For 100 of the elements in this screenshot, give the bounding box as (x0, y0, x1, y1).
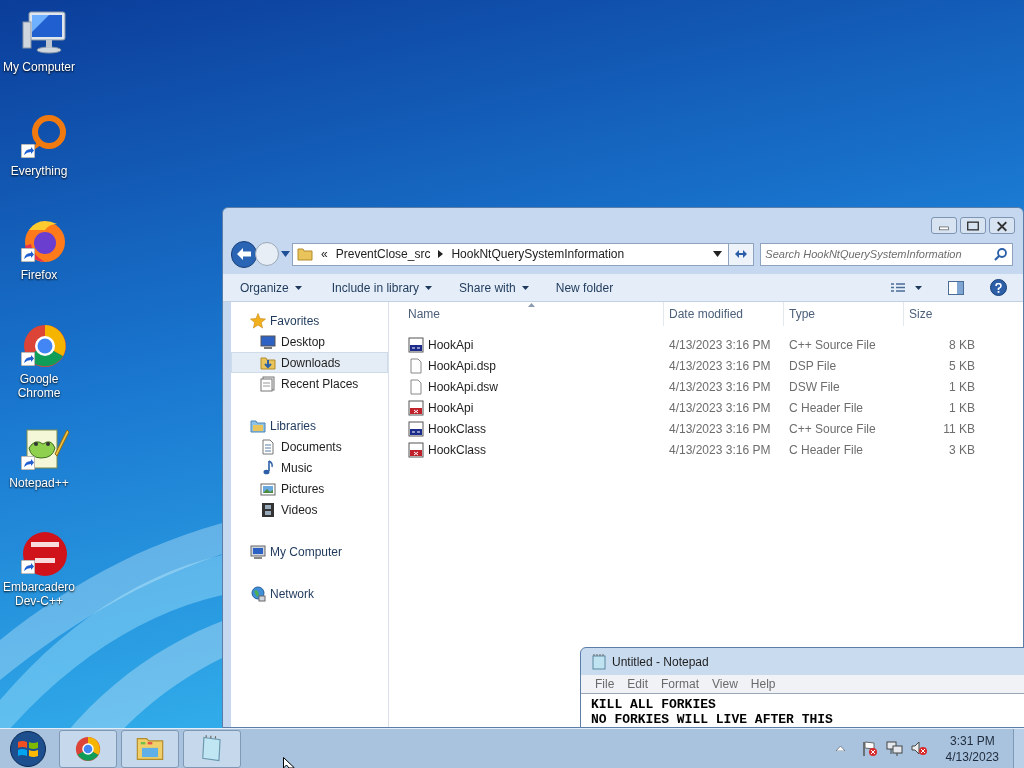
help-icon (995, 282, 1002, 293)
menu-item[interactable]: File (595, 675, 615, 693)
text-line: NO FORKIES WILL LIVE AFTER THIS (591, 712, 834, 727)
toolbar-button[interactable]: Organize (240, 278, 302, 297)
menu-item[interactable]: Edit (627, 675, 649, 693)
tray-network-icon[interactable] (885, 740, 903, 757)
tray-flag-icon[interactable] (860, 740, 878, 757)
file-date: 4/13/2023 3:16 PM (668, 420, 772, 438)
file-name[interactable]: HookApi (428, 335, 474, 354)
caret-icon (712, 251, 722, 257)
nav-item[interactable]: Videos (231, 499, 388, 520)
menu-item[interactable]: Help (750, 675, 776, 693)
start-button[interactable] (10, 730, 46, 767)
picture-frame-icon (260, 480, 276, 497)
up-arrow-icon (835, 746, 845, 751)
preview-pane-button[interactable] (948, 280, 964, 295)
column-header[interactable]: Name (401, 302, 663, 326)
cpp-file-icon (408, 420, 424, 437)
close-button[interactable] (989, 217, 1015, 234)
computer-icon (250, 543, 266, 560)
nav-item[interactable]: Documents (231, 436, 388, 457)
nav-item[interactable]: Desktop (231, 331, 388, 352)
close-icon (996, 220, 1008, 232)
nav-group-header[interactable]: Favorites (231, 310, 388, 331)
file-size: 1 KB (948, 378, 976, 396)
nav-item[interactable]: Pictures (231, 478, 388, 499)
file-name[interactable]: HookApi (428, 398, 474, 417)
desktop-icon-label[interactable]: Everything (10, 164, 68, 178)
menu-item[interactable]: View (712, 675, 738, 693)
refresh-button[interactable] (728, 242, 755, 266)
refresh-icon (733, 248, 750, 260)
file-size: 11 KB (942, 420, 976, 438)
blank-file-icon (408, 357, 424, 374)
address-overflow-chevron[interactable]: « (321, 245, 328, 263)
file-size: 3 KB (948, 441, 976, 459)
tray-speaker-icon[interactable] (910, 740, 928, 757)
speaker-icon (910, 740, 928, 757)
folder-icon (250, 417, 266, 434)
back-arrow-icon (236, 247, 253, 261)
file-name[interactable]: HookClass (428, 419, 487, 438)
address-bar[interactable]: « PreventClose_src HookNtQuerySystemInformation (292, 242, 729, 266)
breadcrumb[interactable]: PreventClose_src (335, 245, 431, 263)
column-header[interactable]: Date modified (663, 302, 783, 326)
text-area[interactable]: KILL ALL FORKIES NO FORKIES WILL LIVE AFTER THIS (581, 693, 1024, 727)
file-type: DSW File (788, 378, 841, 396)
file-size: 5 KB (948, 357, 976, 375)
nav-item[interactable]: Recent Places (231, 373, 388, 394)
desktop-icon-label[interactable]: Firefox (20, 268, 58, 282)
file-type: C Header File (788, 441, 865, 459)
nav-group-header[interactable]: Network (231, 583, 388, 604)
file-date: 4/13/2023 3:16 PM (668, 441, 772, 459)
search-field[interactable]: Search HookNtQuerySystemInformation (760, 242, 1013, 266)
nav-group-header[interactable]: My Computer (231, 541, 388, 562)
file-name[interactable]: HookApi.dsw (428, 377, 499, 396)
globe-icon (250, 585, 266, 602)
nav-item[interactable]: Music (231, 457, 388, 478)
toolbar-button[interactable]: New folder (555, 278, 614, 297)
windows-logo (17, 738, 39, 759)
clock[interactable]: 3:31 PM 4/13/2023 (945, 732, 999, 765)
network-icon (885, 740, 903, 757)
view-button[interactable] (891, 282, 922, 293)
document-icon (260, 438, 276, 455)
column-header[interactable]: Type (783, 302, 903, 326)
file-date: 4/13/2023 3:16 PM (668, 378, 772, 396)
header-file-icon (408, 399, 424, 416)
cursor-icon (283, 757, 295, 768)
flag-icon (860, 740, 878, 757)
blank-file-icon (408, 378, 424, 395)
show-hidden-icons-button[interactable] (835, 746, 845, 751)
clock-date: 4/13/2023 (945, 748, 999, 765)
taskbar-button[interactable] (59, 729, 117, 768)
nav-item[interactable]: Downloads (231, 352, 388, 373)
star-icon (250, 312, 266, 329)
file-date: 4/13/2023 3:16 PM (668, 357, 772, 375)
arrow-icon (438, 250, 444, 258)
list-view-icon (891, 282, 905, 293)
toolbar-button[interactable]: Include in library (331, 278, 433, 297)
maximize-icon (967, 221, 979, 230)
caret-icon (915, 285, 922, 290)
menu-item[interactable]: Format (661, 675, 700, 693)
minimize-icon (939, 226, 949, 230)
back-button[interactable] (231, 240, 258, 268)
help-button[interactable] (990, 279, 1007, 296)
desktop-icon-label[interactable]: Google Chrome (0, 372, 78, 400)
file-type: C Header File (788, 399, 865, 417)
column-header[interactable]: Size (903, 302, 983, 326)
desktop-icon-label[interactable]: My Computer (3, 60, 75, 74)
file-type: C++ Source File (788, 336, 877, 354)
desktop-icon-label[interactable]: Notepad++ (9, 476, 69, 490)
file-name[interactable]: HookApi.dsp (428, 356, 497, 375)
breadcrumb[interactable]: HookNtQuerySystemInformation (451, 245, 625, 263)
nav-group-header[interactable]: Libraries (231, 415, 388, 436)
file-name[interactable]: HookClass (428, 440, 487, 459)
search-icon (994, 247, 1008, 261)
maximize-button[interactable] (960, 217, 986, 234)
document-stack-icon (260, 375, 276, 392)
clock-time: 3:31 PM (949, 732, 995, 749)
file-size: 1 KB (948, 399, 976, 417)
toolbar-button[interactable]: Share with (459, 278, 529, 297)
film-icon (260, 501, 276, 518)
